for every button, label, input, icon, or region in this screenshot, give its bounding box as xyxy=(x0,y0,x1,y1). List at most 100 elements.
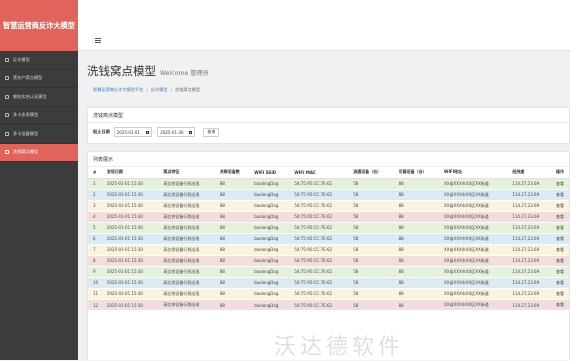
table-cell: XX省XXX市XX区XX街道 xyxy=(439,178,508,190)
column-header: 关联设备数 xyxy=(214,167,250,179)
table-cell: 2025-01-01 15:30 xyxy=(101,222,159,234)
table-cell: 88 xyxy=(393,189,440,201)
table-cell: 54:75:95:CC:7E:62 xyxy=(289,189,349,201)
view-link[interactable]: 查看 xyxy=(551,233,569,245)
table-cell: 58 xyxy=(348,178,394,190)
view-link[interactable]: 查看 xyxy=(551,178,569,190)
start-date-input[interactable]: 2025-01-01 xyxy=(113,127,152,137)
table-row: 2 2025-01-01 15:30 高比例设备行频出现 88 baolongDag 54… xyxy=(88,189,569,201)
end-date-input[interactable]: 2025-01-30 xyxy=(157,127,196,137)
table-cell: 58 xyxy=(348,244,394,256)
table-cell: 88 xyxy=(393,211,440,223)
table-row: 6 2025-01-01 15:30 高比例设备行频出现 88 baolongDag 54… xyxy=(88,233,569,245)
sidebar-item[interactable]: 哪些实名认证模型 xyxy=(0,88,78,107)
table-cell: 高比例设备行频出现 xyxy=(158,255,215,267)
table-cell: 88 xyxy=(214,266,250,278)
end-date-value: 2025-01-30 xyxy=(160,129,184,135)
sidebar: 智慧运营商反诈大模型 反诈模型 黑灰产窝点模型 哪些实名认证模型多卡多家模型多卡设备… xyxy=(0,0,78,360)
table-cell: 2025-01-01 15:30 xyxy=(101,299,159,312)
view-link[interactable]: 查看 xyxy=(551,255,569,267)
column-header: 经纬度 xyxy=(507,167,552,179)
table-cell: 高比例设备行频出现 xyxy=(158,189,215,201)
table-cell: baolongDag xyxy=(249,244,290,256)
table-cell: 114.27,23.69 xyxy=(507,277,552,289)
view-link[interactable]: 查看 xyxy=(551,222,569,234)
sidebar-item[interactable]: 多卡设备模型 xyxy=(0,125,78,144)
table-cell: 1 xyxy=(88,178,102,190)
table-cell: XX省XXX市XX区XX街道 xyxy=(439,266,508,278)
menu-item-icon xyxy=(5,150,9,155)
table-cell: 高比例设备行频出现 xyxy=(158,299,215,312)
table-cell: 58 xyxy=(348,266,394,278)
view-link[interactable]: 查看 xyxy=(551,277,569,289)
sidebar-item[interactable]: 洗钱窝点模型 xyxy=(0,143,78,162)
table-row: 7 2025-01-01 15:30 高比例设备行频出现 88 baolongDag 54… xyxy=(88,244,569,256)
table-cell: 114.27,23.69 xyxy=(507,233,552,245)
column-header: WIFI地址 xyxy=(439,167,508,179)
table-cell: XX省XXX市XX区XX街道 xyxy=(439,200,508,212)
sidebar-item[interactable]: 反诈模型 xyxy=(0,51,78,70)
table-cell: 高比例设备行频出现 xyxy=(158,211,215,223)
column-header: 窝点特征 xyxy=(158,167,215,179)
table-cell: 58 xyxy=(348,288,394,301)
table-cell: 58 xyxy=(348,299,394,312)
brand-title[interactable]: 智慧运营商反诈大模型 xyxy=(0,0,78,51)
view-link[interactable]: 查看 xyxy=(551,299,569,312)
breadcrumb-home[interactable]: 智慧运营商反诈大模型平台 xyxy=(93,87,143,93)
filter-panel: 洗钱窝点模型 起止日期 2025-01-01 - 2025-01-30 查询 xyxy=(87,107,570,144)
view-link[interactable]: 查看 xyxy=(551,244,569,256)
query-button[interactable]: 查询 xyxy=(203,127,220,137)
table-cell: 88 xyxy=(393,266,440,278)
view-link[interactable]: 查看 xyxy=(551,200,569,212)
table-cell: 2025-01-01 15:30 xyxy=(101,244,159,256)
column-header: WIFI MAC xyxy=(289,167,349,179)
table-cell: 58 xyxy=(348,277,394,289)
table-cell: 54:75:95:CC:7E:62 xyxy=(289,211,349,223)
table-cell: 2025-01-01 15:30 xyxy=(101,200,159,212)
table-cell: 114.27,23.69 xyxy=(507,266,552,278)
breadcrumb: 智慧运营商反诈大模型平台 | 反诈模型 | 洗钱窝点模型 xyxy=(78,79,570,101)
view-link[interactable]: 查看 xyxy=(551,211,569,223)
menu-item-icon xyxy=(5,76,9,81)
table-cell: 88 xyxy=(214,299,250,312)
view-link[interactable]: 查看 xyxy=(551,266,569,278)
table-cell: 高比例设备行频出现 xyxy=(158,233,215,245)
calendar-icon[interactable] xyxy=(145,130,149,134)
view-link[interactable]: 查看 xyxy=(551,288,569,301)
table-cell: 114.27,23.69 xyxy=(507,189,552,201)
sidebar-item[interactable]: 黑灰产窝点模型 xyxy=(0,70,78,88)
table-cell: 9 xyxy=(88,266,102,278)
view-link[interactable]: 查看 xyxy=(551,189,569,201)
menu-toggle-icon[interactable] xyxy=(95,38,101,44)
table-cell: 2025-01-01 15:30 xyxy=(101,178,159,190)
sidebar-item[interactable]: 多卡多家模型 xyxy=(0,107,78,125)
table-cell: 2025-01-01 15:30 xyxy=(101,255,159,267)
column-header: 可疑设备（台） xyxy=(393,167,440,179)
column-header: 发现日期 xyxy=(101,167,159,179)
table-cell: 88 xyxy=(214,255,250,267)
table-cell: 2025-01-01 15:30 xyxy=(101,288,159,301)
breadcrumb-separator: | xyxy=(146,87,148,93)
table-cell: 88 xyxy=(393,244,440,256)
table-cell: baolongDag xyxy=(249,277,290,289)
table-cell: baolongDag xyxy=(249,189,290,201)
table-cell: XX省XXX市XX区XX街道 xyxy=(439,189,508,201)
table-cell: 3 xyxy=(88,200,102,212)
table-cell: 88 xyxy=(393,222,440,234)
table-cell: XX省XXX市XX区XX街道 xyxy=(439,277,508,289)
table-cell: 54:75:95:CC:7E:62 xyxy=(289,222,349,234)
table-cell: 88 xyxy=(214,222,250,234)
table-cell: 88 xyxy=(393,200,440,212)
table-cell: 88 xyxy=(393,233,440,245)
table-cell: 58 xyxy=(348,211,394,223)
calendar-icon[interactable] xyxy=(189,130,193,134)
table-cell: 88 xyxy=(393,255,440,267)
breadcrumb-anti-fraud[interactable]: 反诈模型 xyxy=(151,87,168,93)
table-cell: 88 xyxy=(393,178,440,190)
table-cell: 2025-01-01 15:30 xyxy=(101,277,159,289)
table-cell: baolongDag xyxy=(249,211,290,223)
column-header: WIFI SSID xyxy=(249,167,290,179)
table-row: 9 2025-01-01 15:30 高比例设备行频出现 88 baolongDag 54… xyxy=(88,266,569,278)
menu-item-icon xyxy=(5,94,9,99)
sidebar-item-label: 多卡多家模型 xyxy=(13,112,39,118)
